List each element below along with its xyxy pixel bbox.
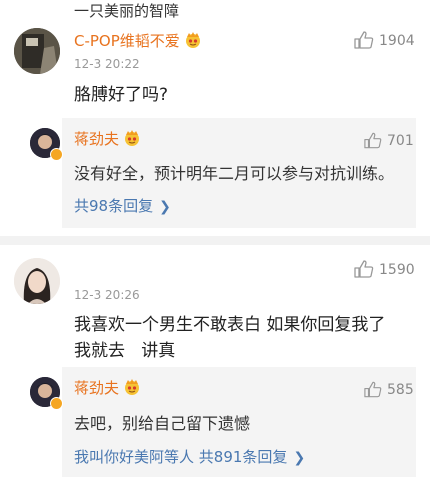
comment-text-line: 我就去 讲真 <box>74 341 176 361</box>
avatar-image <box>14 28 60 74</box>
comment-text: 我喜欢一个男生不敢表白 如果你回复我了 我就去 讲真 <box>74 312 385 364</box>
comment-divider <box>0 236 430 245</box>
verified-badge-icon <box>50 148 63 161</box>
comment-timestamp: 12-3 20:22 <box>74 57 140 71</box>
view-replies-link[interactable]: 我叫你好美阿等人 共891条回复 ❯ <box>74 446 305 467</box>
like-count: 585 <box>387 382 414 398</box>
verified-badge-icon <box>50 397 63 410</box>
avatar[interactable] <box>14 28 60 74</box>
like-button[interactable]: 1904 <box>354 31 415 49</box>
like-count: 1904 <box>379 33 415 49</box>
crown-face-icon <box>123 129 141 151</box>
comment-timestamp: 12-3 20:26 <box>74 288 140 302</box>
reply-like-button[interactable]: 701 <box>364 132 414 149</box>
crown-face-icon <box>123 378 141 400</box>
chevron-right-icon: ❯ <box>159 199 171 215</box>
view-replies-link[interactable]: 共98条回复 ❯ <box>74 195 171 216</box>
like-count: 701 <box>387 133 414 149</box>
reply-username[interactable]: 蒋劲夫 <box>74 128 141 151</box>
avatar[interactable] <box>14 258 60 304</box>
thumbs-up-icon <box>364 381 382 398</box>
like-button[interactable]: 1590 <box>354 260 415 278</box>
comment-username[interactable]: 一只美丽的智障 <box>74 0 179 21</box>
comment-text-line: 我喜欢一个男生不敢表白 如果你回复我了 <box>74 315 386 335</box>
avatar-image <box>14 258 60 304</box>
comment-text: 胳膊好了吗? <box>74 85 169 105</box>
reply-username[interactable]: 蒋劲夫 <box>74 377 141 400</box>
like-count: 1590 <box>379 262 415 278</box>
reply-users[interactable]: 我叫你好美阿等人 <box>74 448 194 466</box>
reply-text: 没有好全，预计明年二月可以参与对抗训练。 <box>74 164 395 183</box>
comment-username[interactable]: C-POP维韬不爱 <box>74 30 202 53</box>
thumbs-up-icon <box>354 31 374 49</box>
thumbs-up-icon <box>364 132 382 149</box>
crown-face-icon <box>184 31 202 53</box>
reply-like-button[interactable]: 585 <box>364 381 414 398</box>
chevron-right-icon: ❯ <box>293 450 306 466</box>
reply-text: 去吧，别给自己留下遗憾 <box>74 414 251 433</box>
thumbs-up-icon <box>354 260 374 278</box>
